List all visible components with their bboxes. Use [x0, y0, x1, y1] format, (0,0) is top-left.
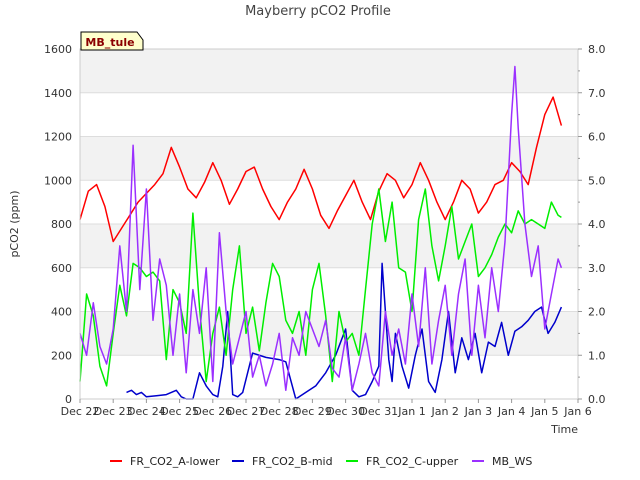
y2-axis-ticks: 0.01.02.03.04.05.06.07.08.0 — [578, 43, 606, 406]
y-axis-label: pCO2 (ppm) — [8, 190, 21, 257]
legend-label: FR_CO2_B-mid — [252, 455, 333, 468]
x-tick-label: Jan 1 — [397, 405, 425, 418]
y2-tick-label: 6.0 — [588, 131, 606, 144]
x-axis-label: Time — [550, 423, 578, 436]
legend-label: MB_WS — [492, 455, 532, 468]
legend-label: FR_CO2_C-upper — [366, 455, 459, 468]
y2-tick-label: 3.0 — [588, 262, 606, 275]
y-tick-label: 800 — [51, 218, 72, 231]
y-tick-label: 600 — [51, 262, 72, 275]
y2-tick-label: 4.0 — [588, 218, 606, 231]
background-band — [80, 136, 578, 181]
y-axis-ticks: 02004006008001000120014001600 — [44, 43, 72, 406]
x-tick-label: Jan 3 — [464, 405, 492, 418]
x-tick-label: Jan 6 — [563, 405, 591, 418]
site-badge: MB_tule — [80, 31, 144, 51]
y2-tick-label: 7.0 — [588, 87, 606, 100]
x-tick-label: Jan 2 — [430, 405, 458, 418]
y2-tick-label: 5.0 — [588, 174, 606, 187]
y-tick-label: 1400 — [44, 87, 72, 100]
x-axis-ticks: Dec 22Dec 23Dec 24Dec 25Dec 26Dec 27Dec … — [61, 399, 592, 418]
legend-label: FR_CO2_A-lower — [130, 455, 220, 468]
x-tick-label: Jan 4 — [497, 405, 525, 418]
x-tick-label: Dec 31 — [359, 405, 398, 418]
chart-title: Mayberry pCO2 Profile — [245, 4, 391, 19]
y-tick-label: 400 — [51, 306, 72, 319]
x-tick-label: Jan 5 — [530, 405, 558, 418]
y-tick-label: 1000 — [44, 174, 72, 187]
y-tick-label: 1600 — [44, 43, 72, 56]
legend: FR_CO2_A-lower FR_CO2_B-mid FR_CO2_C-upper… — [110, 455, 532, 468]
y2-tick-label: 2.0 — [588, 306, 606, 319]
site-badge-label: MB_tule — [85, 36, 134, 49]
chart: Mayberry pCO2 Profile 020040060080010001… — [8, 4, 606, 468]
y-tick-label: 200 — [51, 349, 72, 362]
background-band — [80, 49, 578, 93]
y2-tick-label: 8.0 — [588, 43, 606, 56]
y-tick-label: 1200 — [44, 131, 72, 144]
y2-tick-label: 1.0 — [588, 349, 606, 362]
